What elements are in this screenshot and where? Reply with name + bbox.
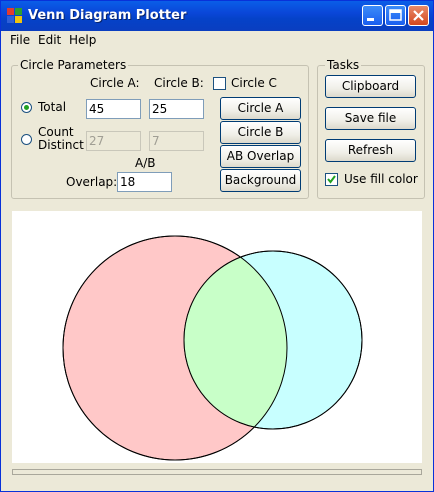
venn-diagram-canvas[interactable] [12,211,422,463]
overlap-input[interactable] [117,172,172,192]
tasks-title: Tasks [325,58,362,72]
circle-parameters-title: Circle Parameters [18,58,129,72]
count-distinct-label-1: Count [38,125,74,139]
menu-help[interactable]: Help [69,33,96,47]
background-color-button[interactable]: Background [220,169,301,192]
circle-b-color-button[interactable]: Circle B [220,121,301,144]
overlap-label: Overlap: [66,175,118,189]
checkmark-icon [327,175,336,184]
tasks-group: Tasks Clipboard Save file Refresh Use fi… [317,58,425,199]
app-window: Venn Diagram Plotter File Edit Help Circ… [0,0,434,492]
circle-c-label: Circle C [231,76,277,90]
circle-b-header: Circle B: [154,76,204,90]
clipboard-button[interactable]: Clipboard [325,75,416,98]
minimize-icon [367,18,374,21]
maximize-button[interactable] [385,5,406,26]
venn-diagram [62,235,363,461]
minimize-button[interactable] [362,5,383,26]
refresh-button[interactable]: Refresh [325,139,416,162]
total-label: Total [38,100,67,114]
total-a-input[interactable] [86,99,141,119]
use-fill-color-label: Use fill color [344,172,418,186]
count-distinct-radio[interactable] [21,134,32,145]
window-title: Venn Diagram Plotter [28,8,187,23]
circle-a-color-button[interactable]: Circle A [220,97,301,120]
title-bar[interactable]: Venn Diagram Plotter [1,1,433,31]
menu-bar: File Edit Help [1,31,433,50]
circle-a-header: Circle A: [90,76,140,90]
circle-parameters-group: Circle Parameters Circle A: Circle B: Ci… [11,58,309,199]
count-distinct-label-2: Distinct [38,138,84,152]
close-button[interactable] [408,5,429,26]
close-icon [413,10,424,21]
status-bar [12,469,422,475]
distinct-b-input [149,131,204,151]
overlap-header: A/B [135,156,156,170]
total-radio[interactable] [21,102,32,113]
menu-file[interactable]: File [10,33,30,47]
total-b-input[interactable] [149,99,204,119]
ab-overlap-color-button[interactable]: AB Overlap [220,145,301,168]
app-icon [7,8,23,24]
distinct-a-input [86,131,141,151]
save-file-button[interactable]: Save file [325,107,416,130]
maximize-icon [389,9,402,21]
menu-edit[interactable]: Edit [38,33,61,47]
circle-c-checkbox[interactable] [213,77,226,90]
use-fill-color-checkbox[interactable] [325,173,338,186]
